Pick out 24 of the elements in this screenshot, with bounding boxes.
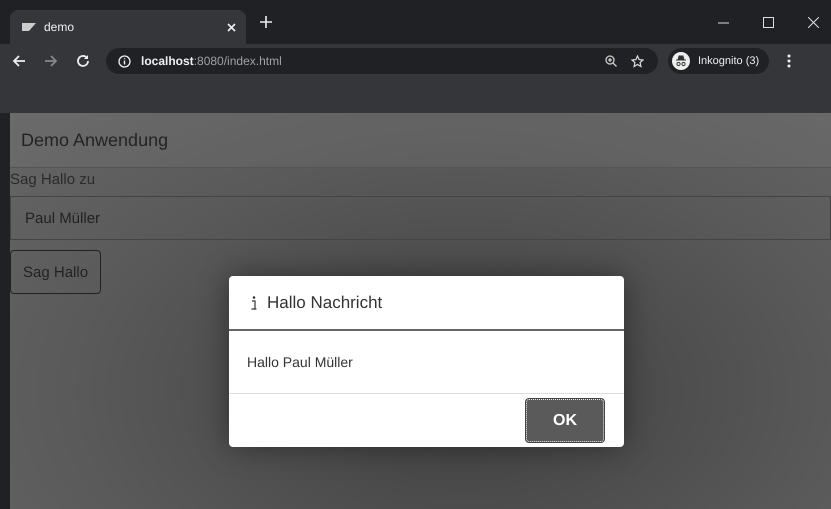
browser-tab[interactable]: demo xyxy=(10,10,246,44)
close-icon[interactable] xyxy=(808,16,819,28)
reload-icon[interactable] xyxy=(76,54,90,68)
app-title: Demo Anwendung xyxy=(21,130,168,150)
zoom-icon[interactable] xyxy=(605,55,617,67)
tab-title: demo xyxy=(44,20,76,34)
url-path: :8080/index.html xyxy=(194,54,282,68)
address-bar[interactable]: localhost:8080/index.html xyxy=(106,48,658,74)
maximize-icon[interactable] xyxy=(763,16,774,28)
forward-icon[interactable] xyxy=(44,54,58,68)
ok-button[interactable]: OK xyxy=(526,399,604,442)
url-host: localhost xyxy=(141,54,194,68)
info-icon xyxy=(118,54,131,68)
new-tab-icon[interactable] xyxy=(260,16,272,28)
dialog-title: Hallo Nachricht xyxy=(267,292,382,312)
dialog-message: Hallo Paul Müller xyxy=(247,354,353,370)
close-icon[interactable] xyxy=(227,22,236,32)
back-icon[interactable] xyxy=(12,54,26,68)
menu-icon[interactable] xyxy=(787,54,792,68)
profile-button[interactable]: Inkognito (3) xyxy=(668,48,770,74)
incognito-icon xyxy=(672,52,690,70)
logo-icon xyxy=(22,23,36,31)
star-icon[interactable] xyxy=(631,54,644,68)
info-icon xyxy=(251,296,257,310)
